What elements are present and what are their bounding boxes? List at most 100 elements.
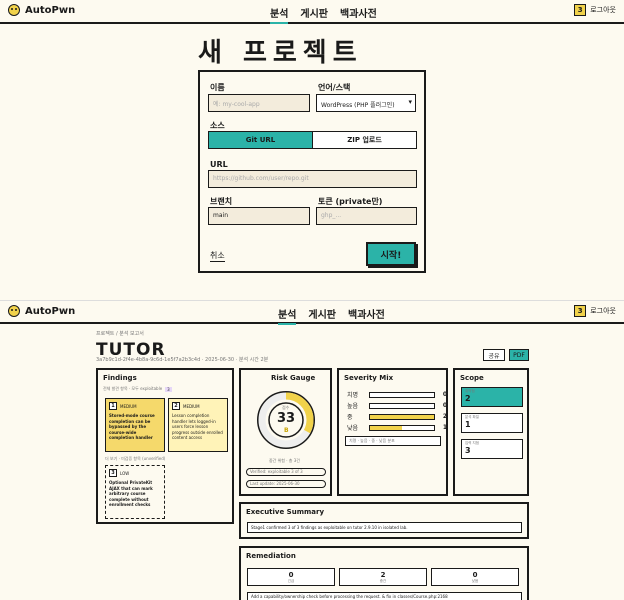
risk-legend-item: Verified: exploitable 3 of 3 [246,468,326,476]
nav-item-board[interactable]: 게시판 [308,306,336,325]
severity-count: 0 [442,391,447,398]
share-button[interactable]: 공유 [483,349,505,361]
severity-bar-fill [370,425,402,430]
risk-gauge-card: Risk Gauge 점수 33 B 중간 위험 · 총 3건 Verified… [239,368,332,496]
severity-count: 0 [442,402,447,409]
source-label: 소스 [210,121,225,130]
summary-title: Executive Summary [246,508,325,516]
scope-title: Scope [460,374,484,382]
finding-text: Lesson completion handler lets logged-in… [172,413,223,440]
finding-severity: MEDIUM [120,403,137,409]
severity-row: 높음 0 [347,401,447,410]
scope-value: 3 [465,446,471,455]
finding-severity: MEDIUM [183,403,200,409]
new-project-form: 이름 예: my-cool-app 언어/스택 WordPress (PHP 플… [198,70,426,273]
severity-count: 1 [442,424,447,431]
severity-bar [369,391,435,398]
name-label: 이름 [210,83,225,92]
finding-number: 2 [172,402,180,410]
app-logo-report[interactable]: AutoPwn [8,305,75,317]
findings-more-label: 더 보기 · 미검증 항목 (unverified) [105,456,166,461]
findings-subtitle: 전체 발견 항목 · 모두 exploitable [103,386,163,391]
name-input[interactable]: 예: my-cool-app [208,94,310,112]
scope-box[interactable]: 취약점 2 [461,387,523,407]
lang-select[interactable]: WordPress (PHP 플러그인) [316,94,416,112]
token-input[interactable]: ghp_... [316,207,417,225]
severity-row: 치명 0 [347,390,447,399]
skull-icon [8,4,20,16]
remediation-stat: 2 중간 [339,568,427,586]
source-git-tab[interactable]: Git URL [208,131,313,149]
finding-number: 1 [109,402,117,410]
main-menu: 분석 게시판 백과사전 [270,5,377,24]
page-title: 새 프로젝트 [198,38,363,68]
app-logo[interactable]: AutoPwn [8,4,75,16]
token-label: 토큰 (private만) [318,197,383,206]
scope-card: Scope 취약점 2 분석 파일 1 입력 지점 3 [453,368,529,496]
severity-bar [369,402,435,409]
start-button[interactable]: 시작! [366,242,416,266]
url-input[interactable]: https://github.com/user/repo.git [208,170,417,188]
risk-score: 33 [277,411,296,426]
scope-box[interactable]: 입력 지점 3 [461,439,523,459]
scope-value: 1 [465,420,471,429]
stat-label: 긴급 [287,579,295,583]
stat-value: 2 [380,571,386,579]
severity-row: 낮음 1 [347,423,447,432]
finding-text: Optional PrivateKit AJAX that can mark a… [109,480,153,507]
remediation-title: Remediation [246,552,296,560]
findings-title: Findings [103,374,137,382]
stat-label: 중간 [379,579,387,583]
severity-bar-fill [370,414,434,419]
branch-input[interactable]: main [208,207,310,225]
url-label: URL [210,160,228,169]
findings-count: 3 [165,386,172,392]
top-nav: AutoPwn 분석 게시판 백과사전 3 로그아웃 [0,0,624,24]
severity-row: 중2 [347,412,447,421]
risk-title: Risk Gauge [271,374,316,382]
source-zip-tab[interactable]: ZIP 업로드 [312,131,417,149]
nav-item-board[interactable]: 게시판 [300,5,328,24]
notification-badge[interactable]: 3 [574,305,587,317]
main-menu-report: 분석 게시판 백과사전 [278,306,385,325]
severity-title: Severity Mix [344,374,394,382]
severity-label: 낮음 [347,425,359,432]
notification-badge[interactable]: 3 [574,4,587,16]
risk-legend-item: Last update: 2025-06-30 [246,480,326,488]
scope-box[interactable]: 분석 파일 1 [461,413,523,433]
skull-icon [8,305,20,317]
top-nav-report: AutoPwn 분석 게시판 백과사전 3 로그아웃 [0,300,624,325]
nav-item-wiki[interactable]: 백과사전 [348,306,385,325]
finding-severity: LOW [120,470,130,476]
summary-card: Executive Summary Stage1 confirmed 3 of … [239,502,529,539]
remediation-stat: 0 낮음 [431,568,519,586]
app-name: AutoPwn [25,305,76,317]
report-meta: 3a7b9c1d-2f4e-4b8a-9c6d-1e5f7a2b3c4d · 2… [96,357,269,363]
severity-label: 중 [347,414,353,421]
finding-card[interactable]: 3 LOW Optional PrivateKit AJAX that can m… [105,465,165,519]
branch-label: 브랜치 [210,197,233,206]
severity-footer: 치명 · 높음 · 중 · 낮음 분포 [345,436,441,446]
finding-card[interactable]: 1 MEDIUM Stored-mode course completion ca… [105,398,165,452]
remediation-item: Add a capability/ownership check before … [247,592,522,600]
findings-card: Findings 전체 발견 항목 · 모두 exploitable 3 1 ME… [96,368,234,524]
severity-card: Severity Mix 치명 0 높음 0 중 2 낮음 1 치명 · 높음 · 중 · 낮… [337,368,448,496]
finding-card[interactable]: 2 MEDIUM Lesson completion handler lets l… [168,398,228,452]
app-name: AutoPwn [25,4,76,16]
nav-item-wiki[interactable]: 백과사전 [340,5,377,24]
logout-link[interactable]: 로그아웃 [590,306,616,316]
lang-label: 언어/스택 [318,83,351,92]
logout-link[interactable]: 로그아웃 [590,5,616,15]
pdf-button[interactable]: PDF [509,349,529,361]
risk-caption: 중간 위험 · 총 3건 [269,458,300,463]
stat-value: 0 [288,571,294,579]
breadcrumb: 프로젝트 / 분석 보고서 [96,331,144,337]
severity-bar [369,424,435,431]
finding-number: 3 [109,469,117,477]
summary-text: Stage1 confirmed 3 of 3 findings as expl… [247,522,522,533]
cancel-button[interactable]: 취소 [210,250,225,262]
stat-label: 낮음 [471,579,479,583]
nav-item-analysis[interactable]: 분석 [278,306,297,325]
nav-item-analysis[interactable]: 분석 [270,5,289,24]
severity-count: 2 [442,413,447,420]
